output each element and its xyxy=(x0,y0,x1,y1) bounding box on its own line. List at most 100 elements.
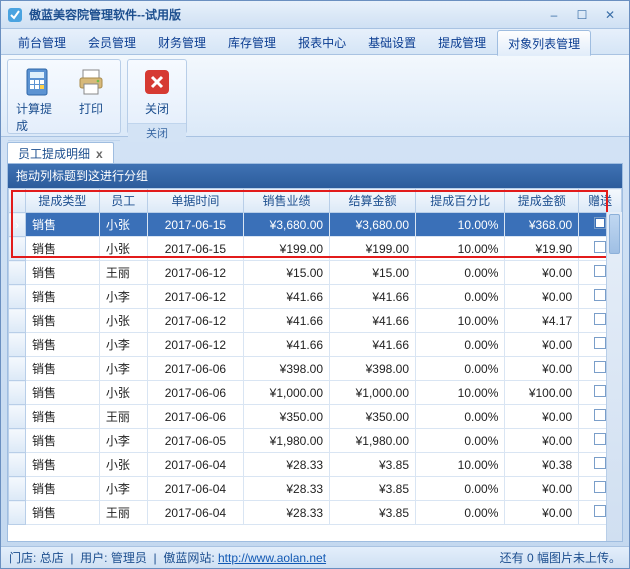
cell-type: 销售 xyxy=(26,429,100,453)
tab-close-icon[interactable]: x xyxy=(96,144,103,164)
table-row[interactable]: 销售小张2017-06-12¥41.66¥41.6610.00%¥4.17 xyxy=(9,309,622,333)
scrollbar-thumb[interactable] xyxy=(609,214,620,254)
document-tabs: 员工提成明细 x xyxy=(1,137,629,163)
checkbox-icon[interactable] xyxy=(594,289,606,301)
table-row[interactable]: 销售小李2017-06-12¥41.66¥41.660.00%¥0.00 xyxy=(9,333,622,357)
grid-wrap: 提成类型员工单据时间销售业绩结算金额提成百分比提成金额赠送›销售小张2017-0… xyxy=(8,188,622,541)
checkbox-icon[interactable] xyxy=(594,361,606,373)
calc-commission-button[interactable]: 计算提成 xyxy=(14,64,60,136)
main-tab-1[interactable]: 会员管理 xyxy=(77,29,147,55)
cell-type: 销售 xyxy=(26,213,100,237)
cell-date: 2017-06-04 xyxy=(147,501,243,525)
cell-comm: ¥0.00 xyxy=(505,261,579,285)
main-tab-7[interactable]: 对象列表管理 xyxy=(497,30,591,56)
cell-type: 销售 xyxy=(26,357,100,381)
cell-comm: ¥0.00 xyxy=(505,405,579,429)
content-area: 拖动列标题到这进行分组 提成类型员工单据时间销售业绩结算金额提成百分比提成金额赠… xyxy=(7,163,623,542)
close-button[interactable]: 关闭 xyxy=(134,64,180,119)
col-header-7[interactable]: 赠送 xyxy=(579,189,622,213)
table-row[interactable]: 销售小张2017-06-06¥1,000.00¥1,000.0010.00%¥1… xyxy=(9,381,622,405)
cell-comm: ¥100.00 xyxy=(505,381,579,405)
close-window-button[interactable]: ✕ xyxy=(597,6,623,24)
cell-date: 2017-06-05 xyxy=(147,429,243,453)
tab-label: 员工提成明细 xyxy=(18,144,90,164)
cell-comm: ¥0.00 xyxy=(505,501,579,525)
cell-type: 销售 xyxy=(26,237,100,261)
cell-sales: ¥1,980.00 xyxy=(244,429,330,453)
cell-comm: ¥0.38 xyxy=(505,453,579,477)
minimize-button[interactable]: – xyxy=(541,6,567,24)
col-header-1[interactable]: 员工 xyxy=(99,189,147,213)
tab-commission-detail[interactable]: 员工提成明细 x xyxy=(7,142,114,164)
printer-icon xyxy=(75,66,107,98)
col-header-4[interactable]: 结算金额 xyxy=(330,189,416,213)
site-link[interactable]: http://www.aolan.net xyxy=(218,551,326,565)
main-tab-0[interactable]: 前台管理 xyxy=(7,29,77,55)
cell-date: 2017-06-15 xyxy=(147,213,243,237)
cell-type: 销售 xyxy=(26,453,100,477)
main-tab-6[interactable]: 提成管理 xyxy=(427,29,497,55)
table-row[interactable]: 销售小李2017-06-12¥41.66¥41.660.00%¥0.00 xyxy=(9,285,622,309)
cell-date: 2017-06-12 xyxy=(147,309,243,333)
titlebar: 傲蓝美容院管理软件--试用版 – ☐ ✕ xyxy=(1,1,629,29)
cell-pct: 0.00% xyxy=(416,405,505,429)
checkbox-icon[interactable] xyxy=(594,241,606,253)
cell-comm: ¥4.17 xyxy=(505,309,579,333)
cell-settle: ¥41.66 xyxy=(330,285,416,309)
col-header-6[interactable]: 提成金额 xyxy=(505,189,579,213)
checkbox-icon[interactable] xyxy=(594,505,606,517)
cell-type: 销售 xyxy=(26,285,100,309)
checkbox-icon[interactable] xyxy=(594,409,606,421)
close-label: 关闭 xyxy=(145,100,169,117)
table-row[interactable]: ›销售小张2017-06-15¥3,680.00¥3,680.0010.00%¥… xyxy=(9,213,622,237)
commission-grid[interactable]: 提成类型员工单据时间销售业绩结算金额提成百分比提成金额赠送›销售小张2017-0… xyxy=(8,188,622,525)
table-row[interactable]: 销售小李2017-06-05¥1,980.00¥1,980.000.00%¥0.… xyxy=(9,429,622,453)
print-button[interactable]: 打印 xyxy=(68,64,114,119)
vertical-scrollbar[interactable] xyxy=(606,212,622,541)
checkbox-icon[interactable] xyxy=(594,481,606,493)
col-header-2[interactable]: 单据时间 xyxy=(147,189,243,213)
cell-type: 销售 xyxy=(26,477,100,501)
ribbon: 计算提成 打印 记录编辑 关闭 关闭 xyxy=(1,55,629,137)
main-tab-4[interactable]: 报表中心 xyxy=(287,29,357,55)
col-header-0[interactable]: 提成类型 xyxy=(26,189,100,213)
cell-settle: ¥41.66 xyxy=(330,309,416,333)
checkbox-icon[interactable] xyxy=(594,457,606,469)
table-row[interactable]: 销售小张2017-06-04¥28.33¥3.8510.00%¥0.38 xyxy=(9,453,622,477)
table-row[interactable]: 销售小李2017-06-06¥398.00¥398.000.00%¥0.00 xyxy=(9,357,622,381)
maximize-button[interactable]: ☐ xyxy=(569,6,595,24)
col-header-5[interactable]: 提成百分比 xyxy=(416,189,505,213)
cell-type: 销售 xyxy=(26,405,100,429)
cell-date: 2017-06-06 xyxy=(147,405,243,429)
cell-emp: 王丽 xyxy=(99,501,147,525)
checkbox-icon[interactable] xyxy=(594,337,606,349)
statusbar: 门店: 总店 | 用户: 管理员 | 傲蓝网站: http://www.aola… xyxy=(1,546,629,568)
table-row[interactable]: 销售王丽2017-06-12¥15.00¥15.000.00%¥0.00 xyxy=(9,261,622,285)
cell-comm: ¥0.00 xyxy=(505,477,579,501)
checkbox-icon[interactable] xyxy=(594,433,606,445)
main-tab-3[interactable]: 库存管理 xyxy=(217,29,287,55)
cell-pct: 0.00% xyxy=(416,285,505,309)
checkbox-icon[interactable] xyxy=(594,385,606,397)
table-row[interactable]: 销售小李2017-06-04¥28.33¥3.850.00%¥0.00 xyxy=(9,477,622,501)
cell-settle: ¥3.85 xyxy=(330,501,416,525)
cell-settle: ¥1,000.00 xyxy=(330,381,416,405)
cell-pct: 10.00% xyxy=(416,309,505,333)
table-row[interactable]: 销售小张2017-06-15¥199.00¥199.0010.00%¥19.90 xyxy=(9,237,622,261)
table-row[interactable]: 销售王丽2017-06-06¥350.00¥350.000.00%¥0.00 xyxy=(9,405,622,429)
main-tab-5[interactable]: 基础设置 xyxy=(357,29,427,55)
cell-date: 2017-06-12 xyxy=(147,261,243,285)
group-panel[interactable]: 拖动列标题到这进行分组 xyxy=(8,164,622,188)
main-tab-2[interactable]: 财务管理 xyxy=(147,29,217,55)
col-header-3[interactable]: 销售业绩 xyxy=(244,189,330,213)
cell-emp: 王丽 xyxy=(99,261,147,285)
cell-pct: 0.00% xyxy=(416,261,505,285)
cell-settle: ¥15.00 xyxy=(330,261,416,285)
checkbox-icon[interactable] xyxy=(594,217,606,229)
print-label: 打印 xyxy=(79,100,103,117)
cell-sales: ¥1,000.00 xyxy=(244,381,330,405)
table-row[interactable]: 销售王丽2017-06-04¥28.33¥3.850.00%¥0.00 xyxy=(9,501,622,525)
checkbox-icon[interactable] xyxy=(594,265,606,277)
cell-sales: ¥41.66 xyxy=(244,309,330,333)
checkbox-icon[interactable] xyxy=(594,313,606,325)
